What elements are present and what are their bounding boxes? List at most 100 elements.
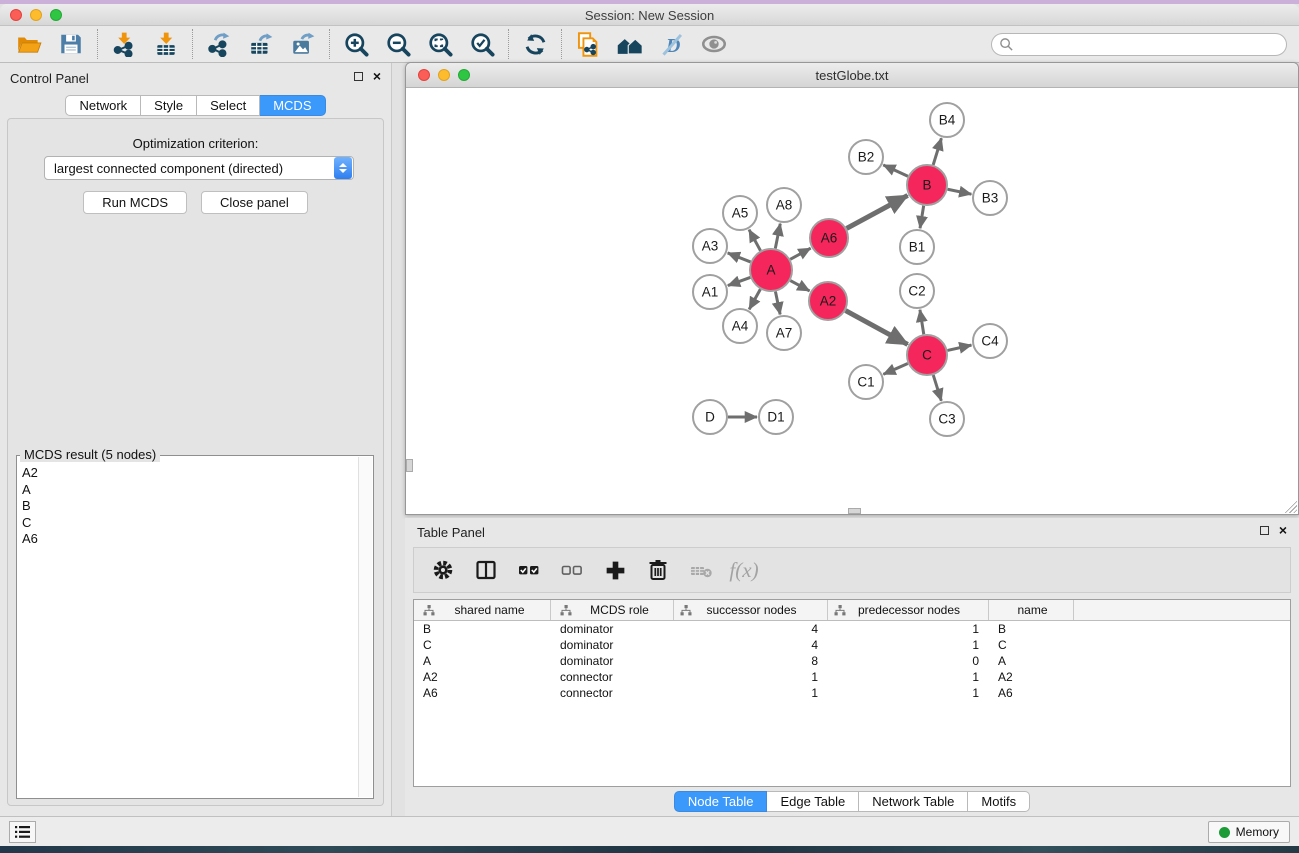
result-item[interactable]: A (22, 482, 358, 499)
tab-edge-table[interactable]: Edge Table (767, 791, 859, 812)
import-table-icon[interactable] (145, 28, 187, 60)
table-row[interactable]: A2 connector 1 1 A2 (414, 669, 1290, 685)
graph-node-C3[interactable]: C3 (930, 402, 964, 436)
graph-edge[interactable] (728, 253, 751, 262)
table-settings-gear-icon[interactable] (426, 553, 460, 587)
float-table-panel-icon[interactable] (1260, 526, 1269, 535)
mcds-result-list[interactable]: A2 A B C A6 (18, 457, 358, 797)
column-header-successor-nodes[interactable]: successor nodes (674, 600, 828, 620)
graph-edge[interactable] (847, 195, 908, 228)
graph-edge[interactable] (883, 165, 908, 176)
node-table[interactable]: shared name MCDS role successor nodes pr… (413, 599, 1291, 787)
import-network-icon[interactable] (103, 28, 145, 60)
criterion-dropdown[interactable]: largest connected component (directed) (44, 156, 354, 180)
memory-button[interactable]: Memory (1208, 821, 1290, 843)
search-input[interactable] (1014, 35, 1286, 53)
graph-edge[interactable] (749, 230, 760, 251)
cell-predecessor-nodes[interactable]: 1 (828, 686, 989, 700)
fit-content-icon[interactable] (419, 28, 461, 60)
zoom-out-icon[interactable] (377, 28, 419, 60)
cell-successor-nodes[interactable]: 8 (674, 654, 828, 668)
cell-name[interactable]: C (989, 638, 1074, 652)
result-item[interactable]: A2 (22, 465, 358, 482)
graph-node-A3[interactable]: A3 (693, 229, 727, 263)
show-column-icon[interactable] (469, 553, 503, 587)
graph-node-A[interactable]: A (750, 249, 792, 291)
cell-successor-nodes[interactable]: 4 (674, 622, 828, 636)
graph-node-A2[interactable]: A2 (809, 282, 847, 320)
cell-mcds-role[interactable]: connector (551, 670, 674, 684)
search-field[interactable] (991, 33, 1287, 56)
graph-edge[interactable] (920, 310, 924, 334)
select-all-icon[interactable] (512, 553, 546, 587)
cell-successor-nodes[interactable]: 1 (674, 670, 828, 684)
graph-edge[interactable] (775, 292, 780, 315)
graph-node-D1[interactable]: D1 (759, 400, 793, 434)
cell-name[interactable]: A6 (989, 686, 1074, 700)
result-scrollbar[interactable] (358, 457, 372, 797)
delete-column-trash-icon[interactable] (641, 553, 675, 587)
graph-node-A7[interactable]: A7 (767, 316, 801, 350)
graph-edge[interactable] (933, 375, 941, 401)
export-network-icon[interactable] (198, 28, 240, 60)
graph-edge[interactable] (933, 138, 941, 165)
graph-edge[interactable] (790, 248, 810, 259)
graph-node-A5[interactable]: A5 (723, 196, 757, 230)
cell-mcds-role[interactable]: dominator (551, 654, 674, 668)
export-image-icon[interactable] (282, 28, 324, 60)
tab-motifs[interactable]: Motifs (968, 791, 1030, 812)
cell-mcds-role[interactable]: connector (551, 686, 674, 700)
network-window-titlebar[interactable]: testGlobe.txt (406, 63, 1298, 88)
graph-node-B4[interactable]: B4 (930, 103, 964, 137)
cell-predecessor-nodes[interactable]: 1 (828, 638, 989, 652)
column-header-shared-name[interactable]: shared name (414, 600, 551, 620)
graph-node-B1[interactable]: B1 (900, 230, 934, 264)
cell-name[interactable]: B (989, 622, 1074, 636)
cell-predecessor-nodes[interactable]: 0 (828, 654, 989, 668)
graph-node-A4[interactable]: A4 (723, 309, 757, 343)
graph-edge[interactable] (947, 345, 971, 350)
table-row[interactable]: A dominator 8 0 A (414, 653, 1290, 669)
result-item[interactable]: C (22, 515, 358, 532)
apply-layout-icon[interactable] (514, 28, 556, 60)
cell-shared-name[interactable]: A6 (414, 686, 551, 700)
table-row[interactable]: C dominator 4 1 C (414, 637, 1290, 653)
graph-edge[interactable] (846, 311, 908, 345)
cell-shared-name[interactable]: A2 (414, 670, 551, 684)
tab-network-table[interactable]: Network Table (859, 791, 968, 812)
show-hide-graphics-details-icon[interactable]: D (651, 28, 693, 60)
tab-select[interactable]: Select (197, 95, 260, 116)
graph-node-B3[interactable]: B3 (973, 181, 1007, 215)
first-neighbors-icon[interactable] (609, 28, 651, 60)
cell-shared-name[interactable]: C (414, 638, 551, 652)
export-table-icon[interactable] (240, 28, 282, 60)
tab-style[interactable]: Style (141, 95, 197, 116)
graph-node-B[interactable]: B (907, 165, 947, 205)
cell-name[interactable]: A2 (989, 670, 1074, 684)
cell-successor-nodes[interactable]: 4 (674, 638, 828, 652)
open-file-icon[interactable] (8, 28, 50, 60)
graph-edge[interactable] (728, 277, 750, 285)
graph-node-C[interactable]: C (907, 335, 947, 375)
close-table-panel-icon[interactable]: × (1279, 525, 1287, 535)
result-item[interactable]: A6 (22, 531, 358, 548)
zoom-selected-icon[interactable] (461, 28, 503, 60)
horizontal-scroll-thumb[interactable] (848, 508, 861, 514)
close-panel-button[interactable]: Close panel (201, 191, 308, 214)
cell-name[interactable]: A (989, 654, 1074, 668)
graph-node-D[interactable]: D (693, 400, 727, 434)
column-header-mcds-role[interactable]: MCDS role (551, 600, 674, 620)
graph-edge[interactable] (920, 206, 924, 229)
graph-node-A1[interactable]: A1 (693, 275, 727, 309)
close-panel-icon[interactable]: × (373, 71, 381, 81)
column-header-predecessor-nodes[interactable]: predecessor nodes (828, 600, 989, 620)
graph-node-B2[interactable]: B2 (849, 140, 883, 174)
zoom-in-icon[interactable] (335, 28, 377, 60)
graph-edge[interactable] (948, 189, 972, 194)
save-session-icon[interactable] (50, 28, 92, 60)
run-mcds-button[interactable]: Run MCDS (83, 191, 187, 214)
graph-node-C2[interactable]: C2 (900, 274, 934, 308)
table-row[interactable]: A6 connector 1 1 A6 (414, 685, 1290, 701)
tab-network[interactable]: Network (65, 95, 141, 116)
cell-successor-nodes[interactable]: 1 (674, 686, 828, 700)
